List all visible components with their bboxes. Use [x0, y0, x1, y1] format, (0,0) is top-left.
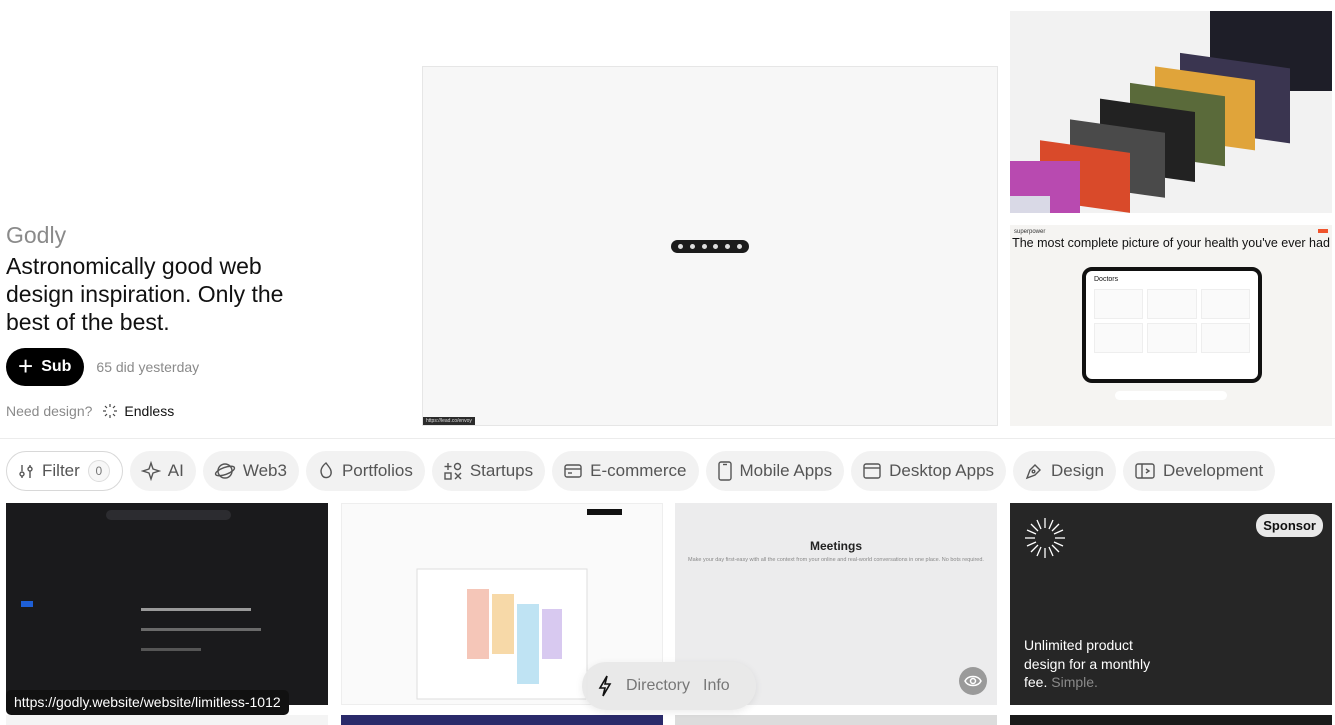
pen-nib-icon	[1025, 464, 1042, 480]
category-chip-ecommerce[interactable]: E-commerce	[552, 451, 699, 491]
code-window-icon	[1135, 463, 1155, 479]
sponsor-copy-muted: Simple.	[1051, 674, 1098, 690]
brand-name[interactable]: Godly	[6, 220, 306, 250]
next-row-thumbnail[interactable]	[675, 715, 997, 725]
superpower-title: The most complete picture of your health…	[1012, 236, 1330, 250]
doctor-card	[1094, 323, 1144, 353]
sunburst-icon	[103, 404, 118, 418]
need-design-label: Need design?	[6, 403, 93, 419]
superpower-tabs	[1115, 391, 1227, 400]
category-label: Startups	[469, 461, 534, 480]
next-row-thumbnail[interactable]	[341, 715, 663, 725]
preview-toolbar	[671, 240, 749, 253]
category-chip-design[interactable]: Design	[1013, 451, 1116, 491]
superpower-brand: superpower	[1014, 229, 1046, 235]
credit-card-icon	[564, 464, 582, 478]
endless-label: Endless	[124, 403, 175, 419]
sparkle-icon	[140, 461, 161, 481]
doctor-card	[1094, 289, 1144, 319]
category-chip-portfolios[interactable]: Portfolios	[305, 451, 425, 491]
shapes-icon	[444, 462, 462, 480]
site-thumbnail-limitless[interactable]	[6, 503, 328, 705]
category-label: E-commerce	[590, 461, 687, 480]
sponsor-badge: Sponsor	[1256, 514, 1323, 537]
next-row-thumbnail[interactable]	[1010, 715, 1332, 725]
lightning-icon[interactable]	[598, 675, 612, 697]
superpower-showcase-card[interactable]: superpower The most complete picture of …	[1010, 225, 1332, 426]
sliders-icon	[19, 464, 33, 478]
layers-artwork	[1010, 11, 1332, 213]
tablet-mockup: Doctors	[1082, 267, 1262, 383]
next-row-thumbnail[interactable]	[6, 715, 328, 725]
doctor-card	[1147, 323, 1197, 353]
category-chip-startups[interactable]: Startups	[431, 451, 546, 491]
category-label: Web3	[242, 461, 287, 480]
category-filter-bar: Filter 0 AI Web3 Portfolios Startups E-c…	[6, 451, 1276, 491]
category-label: Mobile Apps	[739, 461, 833, 480]
subscribe-row: + Sub 65 did yesterday	[6, 348, 306, 386]
window-icon	[863, 463, 881, 479]
category-label: Portfolios	[341, 461, 413, 480]
doctor-card	[1200, 289, 1250, 319]
divider	[0, 438, 1335, 439]
sunburst-logo-icon	[1025, 518, 1065, 558]
filter-count-badge: 0	[87, 460, 110, 482]
floating-nav: Directory Info	[582, 662, 756, 710]
category-chip-web3[interactable]: Web3	[202, 451, 299, 491]
subscriber-count: 65 did yesterday	[96, 359, 200, 375]
info-link[interactable]: Info	[703, 677, 730, 695]
phone-icon	[717, 461, 732, 481]
meetings-title: Meetings	[809, 539, 862, 553]
subscribe-label: Sub	[41, 358, 72, 375]
superpower-cta	[1318, 229, 1328, 233]
category-label: AI	[167, 461, 184, 480]
category-label: Desktop Apps	[889, 461, 995, 480]
hero-section: Godly Astronomically good web design ins…	[6, 220, 306, 419]
featured-preview[interactable]: https://lead.co/envoy	[422, 66, 998, 426]
preview-url-chip: https://lead.co/envoy	[423, 417, 475, 425]
link-url-tooltip: https://godly.website/website/limitless-…	[6, 690, 289, 715]
category-chip-ai[interactable]: AI	[129, 451, 196, 491]
subscribe-button[interactable]: + Sub	[6, 348, 85, 386]
filter-label: Filter	[42, 461, 80, 480]
endless-link[interactable]: Endless	[102, 403, 174, 419]
directory-link[interactable]: Directory	[626, 677, 690, 695]
planet-icon	[214, 463, 236, 479]
doctor-grid	[1086, 283, 1258, 359]
category-chip-development[interactable]: Development	[1122, 451, 1276, 491]
doctor-card	[1147, 289, 1197, 319]
page: Godly Astronomically good web design ins…	[0, 0, 1335, 725]
need-design-row: Need design? Endless	[6, 403, 306, 419]
layers-showcase-card[interactable]	[1010, 11, 1332, 213]
preview-eye-button[interactable]	[959, 667, 987, 695]
eye-icon	[964, 675, 982, 687]
category-label: Development	[1162, 461, 1264, 480]
category-chip-desktop-apps[interactable]: Desktop Apps	[851, 451, 1007, 491]
thumbnail-artwork	[21, 510, 261, 651]
drop-icon	[320, 462, 332, 479]
doctor-card	[1200, 323, 1250, 353]
category-label: Design	[1051, 461, 1104, 480]
plus-icon: +	[18, 350, 34, 381]
filter-button[interactable]: Filter 0	[6, 451, 123, 491]
sponsor-card[interactable]: Sponsor Unlimited product design for a m…	[1010, 503, 1332, 705]
meetings-subtitle: Make your day first-easy with all the co…	[688, 557, 984, 563]
tagline: Astronomically good web design inspirati…	[6, 253, 284, 335]
category-chip-mobile-apps[interactable]: Mobile Apps	[705, 451, 845, 491]
sponsor-text: Unlimited product design for a monthly f…	[1024, 636, 1174, 692]
doctors-heading: Doctors	[1094, 276, 1119, 283]
